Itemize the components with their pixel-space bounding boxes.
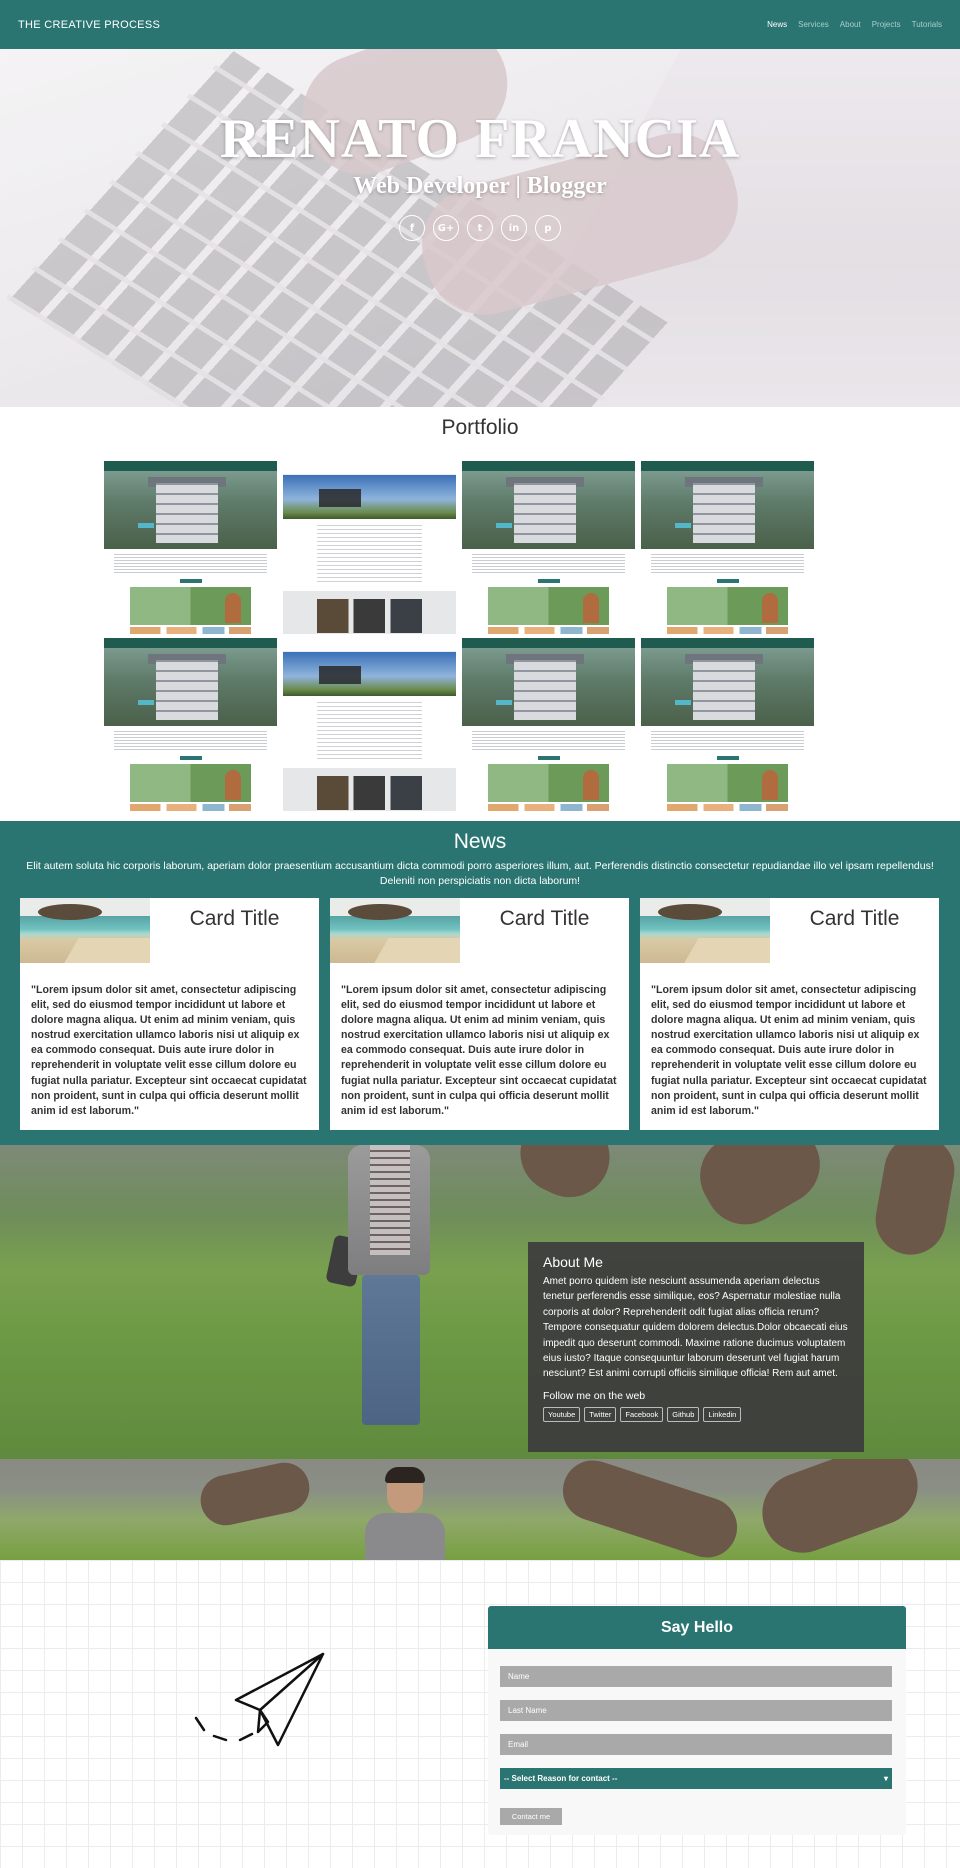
background-tree [870, 1145, 960, 1261]
linkedin-icon[interactable]: in [501, 215, 527, 241]
portfolio-thumbnail[interactable] [462, 461, 635, 634]
card-title: Card Title [189, 907, 280, 930]
page: THE CREATIVE PROCESS News Services About… [0, 0, 960, 1868]
card-image [640, 898, 770, 963]
hero-section: RENATO FRANCIA Web Developer | Blogger f… [0, 49, 960, 407]
twitter-link[interactable]: Twitter [584, 1406, 617, 1422]
github-link[interactable]: Github [667, 1406, 700, 1422]
portfolio-thumbnail[interactable] [104, 461, 277, 634]
background-tree [196, 1459, 314, 1530]
about-title: About Me [543, 1254, 603, 1270]
hero-subtitle: Web Developer | Blogger [353, 173, 607, 199]
youtube-link[interactable]: Youtube [543, 1406, 581, 1422]
news-card[interactable]: Card Title "Lorem ipsum dolor sit amet, … [330, 898, 629, 1130]
contact-reason-select[interactable]: -- Select Reason for contact -- ▾ [500, 1768, 892, 1789]
about-text: Amet porro quidem iste nesciunt assumend… [543, 1276, 848, 1380]
card-text: "Lorem ipsum dolor sit amet, consectetur… [651, 984, 927, 1117]
facebook-link[interactable]: Facebook [620, 1406, 664, 1422]
portfolio-thumbnail[interactable] [104, 638, 277, 811]
portfolio-thumbnail[interactable] [641, 461, 814, 634]
contact-section: Say Hello Name Last Name Email -- Select… [0, 1560, 960, 1868]
contact-form: Say Hello Name Last Name Email -- Select… [488, 1606, 906, 1835]
card-title: Card Title [809, 907, 900, 930]
about-section: About Me Amet porro quidem iste nesciunt… [0, 1145, 960, 1459]
news-card[interactable]: Card Title "Lorem ipsum dolor sit amet, … [20, 898, 319, 1130]
contact-reason-selected: -- Select Reason for contact -- [504, 1774, 618, 1783]
google-plus-icon[interactable]: G+ [433, 215, 459, 241]
person-portrait [365, 1467, 445, 1560]
nav-link-news[interactable]: News [767, 20, 787, 29]
card-title: Card Title [499, 907, 590, 930]
portfolio-title: Portfolio [441, 416, 519, 439]
card-text: "Lorem ipsum dolor sit amet, consectetur… [341, 984, 617, 1117]
news-section: News Elit autem soluta hic corporis labo… [0, 821, 960, 1145]
about-social-links: Youtube Twitter Facebook Github Linkedin [543, 1406, 849, 1422]
news-title: News [453, 830, 507, 853]
news-description: Elit autem soluta hic corporis laborum, … [26, 860, 934, 887]
pinterest-icon[interactable]: p [535, 215, 561, 241]
card-image [330, 898, 460, 963]
portfolio-thumbnail[interactable] [283, 638, 456, 811]
linkedin-link[interactable]: Linkedin [703, 1406, 742, 1422]
person-jeans [362, 1275, 420, 1425]
background-tree [507, 1145, 623, 1211]
nav-link-projects[interactable]: Projects [872, 20, 901, 29]
portfolio-thumbnail[interactable] [283, 461, 456, 634]
person-shirt [370, 1145, 410, 1255]
portfolio-thumbnail[interactable] [462, 638, 635, 811]
facebook-icon[interactable]: f [399, 215, 425, 241]
background-tree [555, 1459, 745, 1560]
chevron-down-icon: ▾ [883, 1774, 888, 1783]
about-box: About Me Amet porro quidem iste nesciunt… [528, 1242, 864, 1452]
follow-label: Follow me on the web [543, 1389, 646, 1402]
last-name-input[interactable]: Last Name [500, 1700, 892, 1721]
background-tree [751, 1459, 929, 1560]
news-card[interactable]: Card Title "Lorem ipsum dolor sit amet, … [640, 898, 939, 1130]
nav-link-tutorials[interactable]: Tutorials [912, 20, 942, 29]
email-input[interactable]: Email [500, 1734, 892, 1755]
portfolio-thumbnail[interactable] [641, 638, 814, 811]
background-tree [685, 1145, 835, 1239]
name-input[interactable]: Name [500, 1666, 892, 1687]
card-text: "Lorem ipsum dolor sit amet, consectetur… [31, 984, 307, 1117]
paper-plane-icon [194, 1652, 325, 1747]
hero-name: RENATO FRANCIA [219, 108, 741, 170]
twitter-icon[interactable]: t [467, 215, 493, 241]
nav-links: News Services About Projects Tutorials [767, 20, 942, 29]
card-image [20, 898, 150, 963]
hero-social-icons: f G+ t in p [0, 215, 960, 241]
brand-logo-text[interactable]: THE CREATIVE PROCESS [18, 19, 160, 31]
nav-link-services[interactable]: Services [798, 20, 829, 29]
photo-strip [0, 1459, 960, 1560]
nav-link-about[interactable]: About [840, 20, 861, 29]
navbar: THE CREATIVE PROCESS News Services About… [0, 0, 960, 49]
form-title: Say Hello [488, 1606, 906, 1649]
contact-submit-button[interactable]: Contact me [500, 1808, 562, 1825]
